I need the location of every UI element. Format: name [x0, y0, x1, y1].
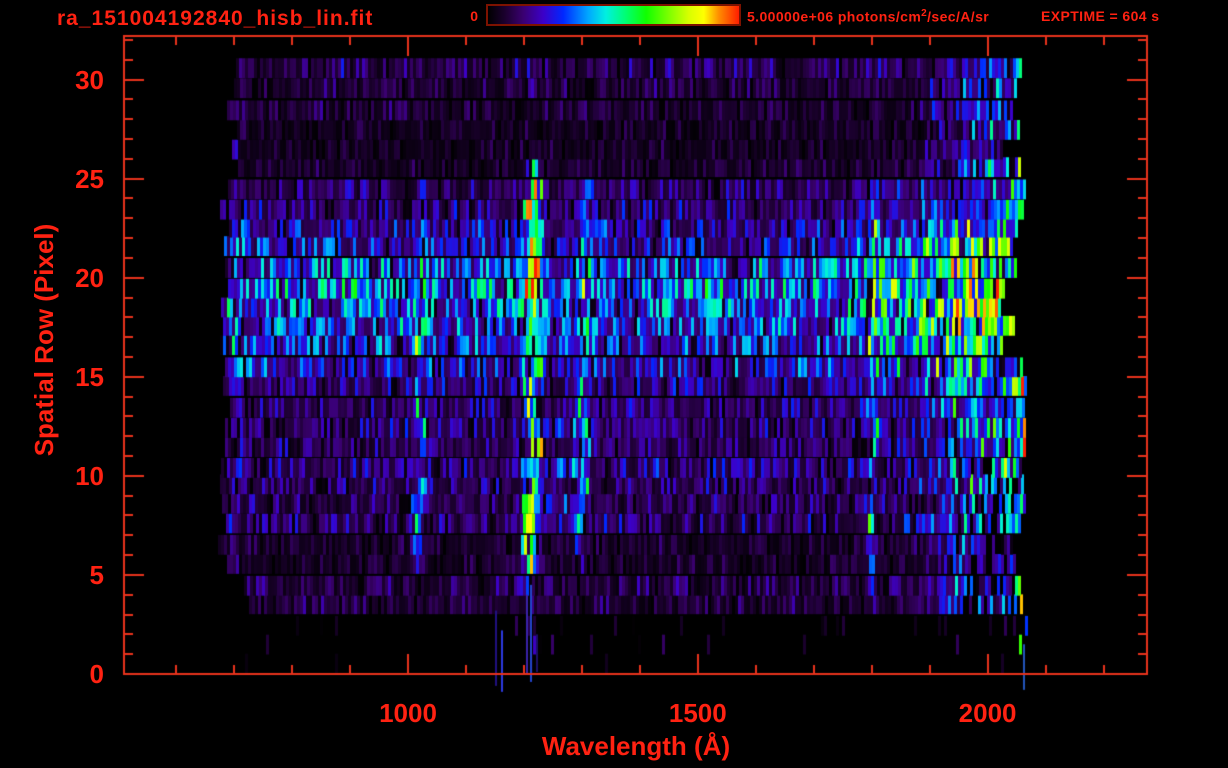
spectrogram-canvas — [0, 0, 1228, 768]
y-tick-label: 10 — [75, 460, 104, 491]
x-axis-title: Wavelength (Å) — [541, 731, 731, 761]
colorbar — [486, 4, 741, 26]
x-tick-label: 1000 — [379, 698, 437, 728]
y-tick-label: 5 — [89, 559, 104, 590]
colorbar-max-label: 5.00000e+06 photons/cm2/sec/A/sr — [747, 9, 989, 24]
colorbar-units-prefix: photons/cm — [833, 8, 922, 25]
y-tick-label: 30 — [75, 64, 104, 95]
y-tick-label: 0 — [89, 659, 104, 689]
x-tick-label: 2000 — [958, 698, 1017, 728]
y-tick-label: 25 — [75, 163, 104, 194]
y-axis-title: Spatial Row (Pixel) — [29, 223, 59, 457]
colorbar-max-value: 5.00000e+06 — [747, 8, 834, 25]
exptime-label: EXPTIME = 604 s — [1041, 8, 1160, 24]
y-tick-label: 15 — [75, 361, 104, 392]
y-tick-label: 20 — [75, 262, 104, 293]
spectrogram-window: ra_151004192840_hisb_lin.fit 0 5.00000e+… — [0, 0, 1228, 768]
plot-title: ra_151004192840_hisb_lin.fit — [57, 7, 374, 30]
colorbar-units-suffix: /sec/A/sr — [927, 8, 990, 25]
colorbar-min-label: 0 — [470, 8, 478, 24]
x-tick-label: 1500 — [668, 698, 727, 728]
